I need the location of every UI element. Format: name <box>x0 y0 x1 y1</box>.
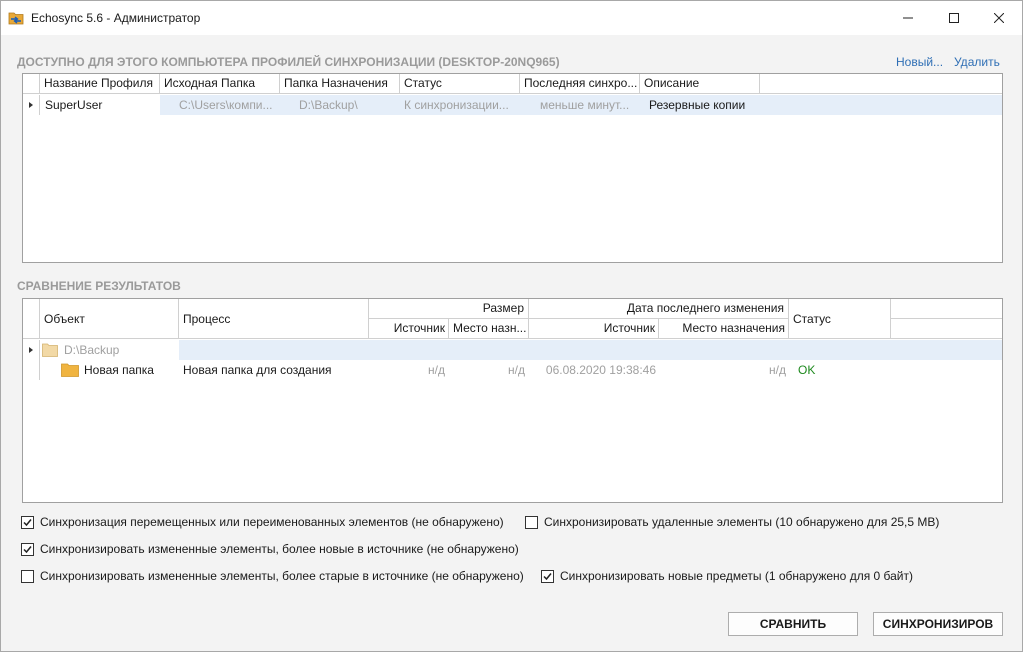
app-window: Echosync 5.6 - Администратор ДОСТУПНО ДЛ… <box>0 0 1023 652</box>
column-header-status[interactable]: Статус <box>789 299 891 339</box>
root-object-cell: D:\Backup <box>64 343 120 357</box>
profile-status-cell: К синхронизации... <box>404 98 509 112</box>
folder-sync-icon <box>8 10 24 26</box>
size-destination-cell: н/д <box>508 363 525 377</box>
option-label: Синхронизировать удаленные элементы (10 … <box>544 515 940 529</box>
checkbox-sync-moved[interactable] <box>21 515 34 529</box>
table-row[interactable]: SuperUser C:\Users\компи... D:\Backup\ К… <box>23 95 1002 115</box>
status-cell: OK <box>798 363 816 377</box>
subheader-date-destination[interactable]: Место назначения <box>659 319 789 339</box>
column-header-destination[interactable]: Папка Назначения <box>280 74 400 94</box>
expand-arrow-icon <box>29 102 33 108</box>
column-header-size[interactable]: Размер <box>369 299 529 319</box>
option-sync-newer[interactable]: Синхронизировать измененные элементы, бо… <box>21 542 519 556</box>
maximize-button[interactable] <box>931 1 977 35</box>
column-header-date[interactable]: Дата последнего изменения <box>529 299 789 319</box>
checkmark-icon <box>23 545 32 553</box>
column-header-status[interactable]: Статус <box>400 74 520 94</box>
option-sync-moved[interactable]: Синхронизация перемещенных или переимено… <box>21 515 504 529</box>
option-sync-older[interactable]: Синхронизировать измененные элементы, бо… <box>21 569 524 583</box>
new-profile-link[interactable]: Новый... <box>896 55 943 69</box>
checkbox-sync-newer[interactable] <box>21 542 34 556</box>
checkmark-icon <box>23 518 32 526</box>
checkbox-sync-new-items[interactable] <box>541 569 554 583</box>
date-source-cell: 06.08.2020 19:38:46 <box>545 363 656 377</box>
profiles-table: Название Профиля Исходная Папка Папка На… <box>22 73 1003 263</box>
folder-icon <box>61 363 79 380</box>
minimize-icon <box>903 17 913 19</box>
profiles-section-title: ДОСТУПНО ДЛЯ ЭТОГО КОМПЬЮТЕРА ПРОФИЛЕЙ С… <box>17 55 560 69</box>
close-button[interactable] <box>976 1 1022 35</box>
subheader-size-source[interactable]: Источник <box>369 319 449 339</box>
column-header-name[interactable]: Название Профиля <box>40 74 160 94</box>
column-subheader-filler <box>891 319 1002 339</box>
compare-button[interactable]: СРАВНИТЬ <box>728 612 858 636</box>
column-header-filler <box>891 299 1002 319</box>
title-bar: Echosync 5.6 - Администратор <box>1 1 1022 35</box>
row-selector[interactable] <box>23 95 40 115</box>
tree-row-root[interactable]: D:\Backup <box>23 340 1002 360</box>
profile-destination-cell: D:\Backup\ <box>299 98 358 112</box>
column-header-filler <box>760 74 1002 94</box>
profile-name-cell: SuperUser <box>45 98 103 112</box>
profile-description-cell: Резервные копии <box>649 98 746 112</box>
expand-arrow-icon <box>29 347 33 353</box>
date-destination-cell: н/д <box>769 363 786 377</box>
size-source-cell: н/д <box>428 363 445 377</box>
row-header-column <box>23 74 40 94</box>
window-title: Echosync 5.6 - Администратор <box>31 11 201 25</box>
profile-source-cell: C:\Users\компи... <box>179 98 273 112</box>
profile-last-sync-cell: меньше минут... <box>540 98 630 112</box>
option-sync-new-items[interactable]: Синхронизировать новые предметы (1 обнар… <box>541 569 913 583</box>
checkmark-icon <box>543 572 552 580</box>
folder-icon <box>42 343 58 360</box>
option-label: Синхронизировать новые предметы (1 обнар… <box>560 569 914 583</box>
option-sync-deleted[interactable]: Синхронизировать удаленные элементы (10 … <box>525 515 939 529</box>
option-label: Синхронизировать измененные элементы, бо… <box>40 569 524 583</box>
row-selector[interactable] <box>23 360 40 380</box>
tree-row[interactable]: Новая папка Новая папка для создания н/д… <box>23 360 1002 380</box>
checkbox-sync-deleted[interactable] <box>525 515 538 529</box>
synchronize-button[interactable]: СИНХРОНИЗИРОВ <box>873 612 1003 636</box>
subheader-date-source[interactable]: Источник <box>529 319 659 339</box>
column-header-object[interactable]: Объект <box>40 299 179 339</box>
column-header-description[interactable]: Описание <box>640 74 760 94</box>
delete-profile-link[interactable]: Удалить <box>954 55 1000 69</box>
row-header-column <box>23 299 40 339</box>
checkbox-sync-older[interactable] <box>21 569 34 583</box>
subheader-size-destination[interactable]: Место назн... <box>449 319 529 339</box>
option-label: Синхронизировать измененные элементы, бо… <box>40 542 519 556</box>
column-header-process[interactable]: Процесс <box>179 299 369 339</box>
close-icon <box>994 13 1004 23</box>
compare-table: Объект Процесс Размер Дата последнего из… <box>22 298 1003 503</box>
minimize-button[interactable] <box>885 1 931 35</box>
row-selector[interactable] <box>23 340 40 360</box>
selected-row-highlight <box>179 340 1002 360</box>
compare-section-title: СРАВНЕНИЕ РЕЗУЛЬТАТОВ <box>17 279 181 293</box>
maximize-icon <box>949 13 959 23</box>
process-cell: Новая папка для создания <box>183 363 332 377</box>
option-label: Синхронизация перемещенных или переимено… <box>40 515 504 529</box>
column-header-last-sync[interactable]: Последняя синхро... <box>520 74 640 94</box>
object-cell: Новая папка <box>84 363 154 377</box>
column-header-source[interactable]: Исходная Папка <box>160 74 280 94</box>
